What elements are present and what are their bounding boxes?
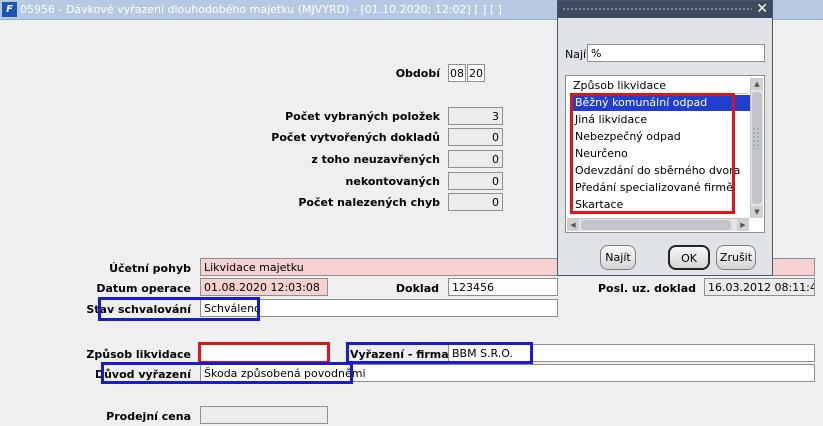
nekontovanych-field[interactable]: 0 [448,172,503,190]
neuzavrenych-field[interactable]: 0 [448,150,503,168]
obdobi-year-field[interactable]: 20 [467,64,485,82]
zpusob-likvidace-highlight [198,342,330,364]
pocet-vybranych-label: Počet vybraných položek [285,110,440,123]
ucetni-pohyb-label: Účetní pohyb [109,262,191,275]
obdobi-month-field[interactable]: 08 [448,64,466,82]
lov-items-highlight [570,93,735,214]
resize-grip-icon[interactable] [752,127,760,149]
chyby-field[interactable]: 0 [448,193,503,211]
oracle-forms-icon: F [2,2,17,17]
zpusob-likvidace-label: Způsob likvidace [86,348,191,361]
datum-operace-label: Datum operace [96,282,191,295]
lov-search-input[interactable]: % [587,44,765,62]
horizontal-scrollbar[interactable]: ◀ ▶ [567,218,749,231]
pocet-vytvorenych-label: Počet vytvořených dokladů [271,131,440,144]
pocet-vybranych-field[interactable]: 3 [448,107,503,125]
close-icon[interactable]: ✕ [756,1,768,18]
lov-find-button[interactable]: Najít [600,245,636,270]
prodejni-cena-label: Prodejní cena [106,410,191,423]
window-title: 05956 - Dávkové vyřazení dlouhodobého ma… [20,3,502,16]
vyrazeni-firma-highlight [346,342,533,364]
lov-dialog: ✕ Najít % Způsob likvidace Běžný komunál… [557,0,773,276]
posl-uz-doklad-label: Posl. uz. doklad [597,282,696,295]
ok-button[interactable]: OK [668,245,710,270]
scroll-right-icon[interactable]: ▶ [737,219,749,231]
scroll-left-icon[interactable]: ◀ [567,219,579,231]
doklad-field[interactable]: 123456 [448,278,558,296]
neuzavrenych-label: z toho neuzavřených [311,153,440,166]
scroll-down-icon[interactable]: ▼ [751,206,763,218]
prodejni-cena-field[interactable] [200,406,328,424]
stav-schvalovani-highlight [98,297,260,321]
cancel-button[interactable]: Zrušit [716,245,756,270]
horizontal-scroll-thumb[interactable] [581,220,731,230]
lov-titlebar[interactable]: ✕ [558,1,772,18]
posl-uz-doklad-field[interactable]: 16.03.2012 08:11:45 [704,278,815,296]
scroll-up-icon[interactable]: ▲ [751,78,763,90]
chyby-label: Počet nalezených chyb [298,196,440,209]
lov-list: Způsob likvidace Běžný komunální odpad J… [565,75,765,233]
doklad-label: Doklad [395,282,439,295]
obdobi-label: Období [395,67,440,80]
pocet-vytvorenych-field[interactable]: 0 [448,128,503,146]
nekontovanych-label: nekontovaných [345,175,440,188]
lov-drag-handle[interactable] [562,7,752,12]
lov-column-header: Způsob likvidace [568,79,748,94]
datum-operace-field[interactable]: 01.08.2020 12:03:08 [200,278,328,296]
duvod-vyrazeni-highlight [101,362,353,384]
